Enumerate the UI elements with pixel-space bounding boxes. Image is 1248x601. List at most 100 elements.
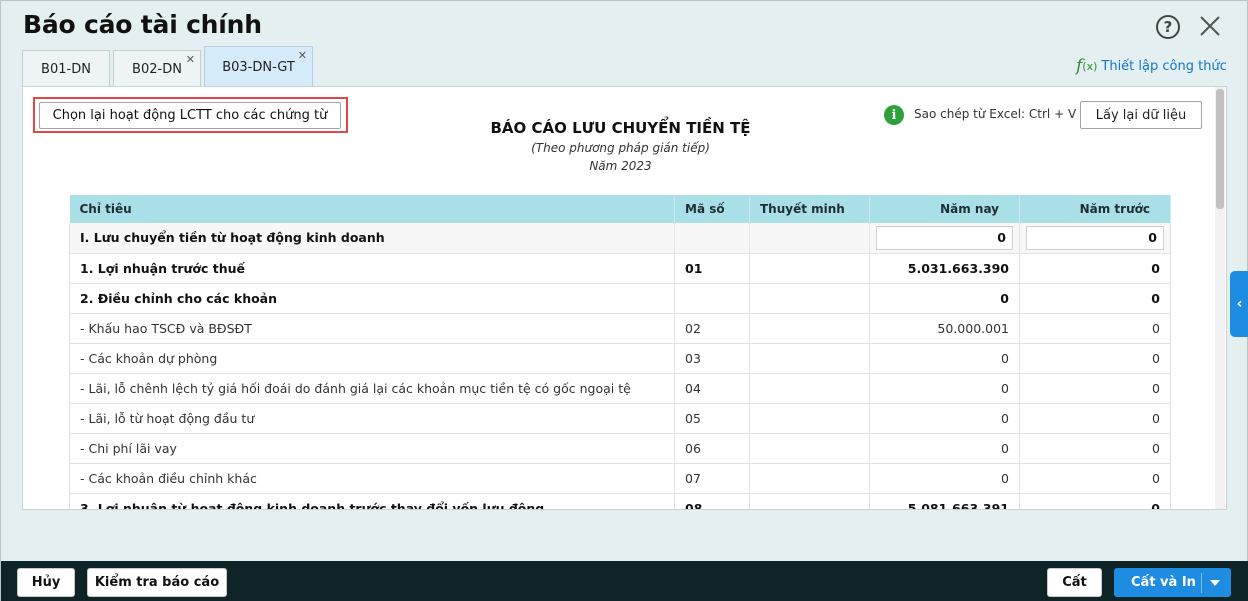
current-year-value: 50.000.001 — [869, 313, 1020, 344]
col-header-note[interactable]: Thuyết minh — [749, 195, 870, 223]
collapse-side-panel-button[interactable]: ‹ — [1230, 271, 1248, 337]
financial-report-dialog: Báo cáo tài chính ? B01-DN B02-DN ✕ B03-… — [0, 0, 1248, 601]
row-note — [749, 373, 870, 404]
row-code: 01 — [674, 253, 750, 284]
tab-label: B01-DN — [41, 61, 91, 77]
row-label: 2. Điều chỉnh cho các khoản — [69, 283, 675, 314]
row-code: 06 — [674, 433, 750, 464]
excel-paste-hint: Sao chép từ Excel: Ctrl + V — [914, 107, 1077, 121]
tab-b02-dn[interactable]: B02-DN ✕ — [113, 50, 201, 87]
table-row[interactable]: 2. Điều chỉnh cho các khoản 0 0 — [69, 283, 1171, 314]
current-year-value: 5.081.663.391 — [869, 493, 1020, 509]
row-note — [749, 253, 870, 284]
vertical-scrollbar[interactable] — [1215, 87, 1225, 509]
report-panel: Chọn lại hoạt động LCTT cho các chứng từ… — [22, 86, 1227, 510]
tab-label: B02-DN — [132, 61, 182, 77]
table-row[interactable]: 3. Lợi nhuận từ hoạt động kinh doanh trư… — [69, 493, 1171, 509]
row-note — [749, 493, 870, 509]
previous-year-value: 0 — [1019, 373, 1171, 404]
previous-year-value: 0 — [1019, 403, 1171, 434]
report-tabs: B01-DN B02-DN ✕ B03-DN-GT ✕ — [22, 45, 316, 87]
footer-bar: Hủy Kiểm tra báo cáo Cất Cất và In — [1, 561, 1248, 601]
row-note — [749, 223, 870, 254]
save-and-print-label: Cất và In — [1131, 575, 1196, 590]
table-row[interactable]: - Các khoản dự phòng 03 0 0 — [69, 343, 1171, 374]
formula-setup-label: Thiết lập công thức — [1101, 58, 1227, 74]
row-code: 08 — [674, 493, 750, 509]
current-year-cell — [869, 223, 1020, 254]
row-note — [749, 463, 870, 494]
previous-year-value: 0 — [1019, 283, 1171, 314]
row-note — [749, 313, 870, 344]
row-note — [749, 433, 870, 464]
table-row[interactable]: 1. Lợi nhuận trước thuế 01 5.031.663.390… — [69, 253, 1171, 284]
tab-close-icon[interactable]: ✕ — [298, 49, 307, 62]
table-header-row: Chỉ tiêu Mã số Thuyết minh Năm nay Năm t… — [69, 195, 1171, 223]
row-label: 1. Lợi nhuận trước thuế — [69, 253, 675, 284]
row-label: - Các khoản điều chỉnh khác — [69, 463, 675, 494]
scrollbar-thumb[interactable] — [1216, 89, 1224, 209]
current-year-value: 0 — [869, 283, 1020, 314]
col-header-previous-year[interactable]: Năm trước — [1019, 195, 1171, 223]
row-label: - Lãi, lỗ từ hoạt động đầu tư — [69, 403, 675, 434]
cash-flow-table: Chỉ tiêu Mã số Thuyết minh Năm nay Năm t… — [69, 195, 1171, 509]
check-report-button[interactable]: Kiểm tra báo cáo — [87, 568, 227, 597]
current-year-value: 0 — [869, 373, 1020, 404]
current-year-input[interactable] — [876, 225, 1013, 250]
row-label: - Khấu hao TSCĐ và BĐSĐT — [69, 313, 675, 344]
current-year-value: 0 — [869, 463, 1020, 494]
current-year-value: 0 — [869, 343, 1020, 374]
row-label: - Các khoản dự phòng — [69, 343, 675, 374]
row-code: 03 — [674, 343, 750, 374]
formula-setup-link[interactable]: f (x) Thiết lập công thức — [1076, 56, 1227, 76]
row-code: 05 — [674, 403, 750, 434]
help-icon[interactable]: ? — [1156, 15, 1180, 39]
reload-data-button[interactable]: Lấy lại dữ liệu — [1080, 101, 1202, 129]
current-year-value: 0 — [869, 433, 1020, 464]
save-and-print-button[interactable]: Cất và In — [1114, 568, 1231, 597]
report-title: BÁO CÁO LƯU CHUYỂN TIỀN TỆ — [490, 119, 751, 137]
report-subtitle: (Theo phương pháp gián tiếp) — [531, 141, 710, 155]
previous-year-input[interactable] — [1026, 225, 1164, 250]
col-header-indicator[interactable]: Chỉ tiêu — [69, 195, 675, 223]
close-icon[interactable] — [1197, 13, 1223, 39]
row-code: 02 — [674, 313, 750, 344]
cancel-button[interactable]: Hủy — [17, 568, 75, 597]
current-year-value: 0 — [869, 403, 1020, 434]
tab-label: B03-DN-GT — [222, 59, 295, 75]
tab-close-icon[interactable]: ✕ — [186, 53, 195, 66]
previous-year-value: 0 — [1019, 433, 1171, 464]
row-note — [749, 343, 870, 374]
chevron-down-icon[interactable] — [1210, 580, 1220, 586]
previous-year-value: 0 — [1019, 463, 1171, 494]
row-code — [674, 223, 750, 254]
table-row[interactable]: - Khấu hao TSCĐ và BĐSĐT 02 50.000.001 0 — [69, 313, 1171, 344]
col-header-code[interactable]: Mã số — [674, 195, 750, 223]
previous-year-value: 0 — [1019, 343, 1171, 374]
row-label: I. Lưu chuyển tiền từ hoạt động kinh doa… — [69, 223, 675, 254]
previous-year-value: 0 — [1019, 493, 1171, 509]
row-label: - Lãi, lỗ chênh lệch tỷ giá hối đoái do … — [69, 373, 675, 404]
row-code: 07 — [674, 463, 750, 494]
table-row[interactable]: - Lãi, lỗ chênh lệch tỷ giá hối đoái do … — [69, 373, 1171, 404]
tab-b01-dn[interactable]: B01-DN — [22, 50, 110, 87]
row-code — [674, 283, 750, 314]
row-note — [749, 403, 870, 434]
table-row[interactable]: - Chi phí lãi vay 06 0 0 — [69, 433, 1171, 464]
table-row[interactable]: I. Lưu chuyển tiền từ hoạt động kinh doa… — [69, 223, 1171, 254]
row-note — [749, 283, 870, 314]
table-row[interactable]: - Các khoản điều chỉnh khác 07 0 0 — [69, 463, 1171, 494]
tab-b03-dn-gt[interactable]: B03-DN-GT ✕ — [204, 46, 313, 87]
previous-year-cell — [1019, 223, 1171, 254]
chevron-left-icon: ‹ — [1236, 296, 1243, 312]
report-year: Năm 2023 — [589, 159, 652, 173]
col-header-current-year[interactable]: Năm nay — [869, 195, 1020, 223]
row-label: 3. Lợi nhuận từ hoạt động kinh doanh trư… — [69, 493, 675, 509]
table-row[interactable]: - Lãi, lỗ từ hoạt động đầu tư 05 0 0 — [69, 403, 1171, 434]
window-title: Báo cáo tài chính — [23, 10, 262, 39]
row-label: - Chi phí lãi vay — [69, 433, 675, 464]
previous-year-value: 0 — [1019, 313, 1171, 344]
save-button[interactable]: Cất — [1047, 568, 1102, 597]
current-year-value: 5.031.663.390 — [869, 253, 1020, 284]
formula-icon-suffix: (x) — [1082, 59, 1098, 73]
